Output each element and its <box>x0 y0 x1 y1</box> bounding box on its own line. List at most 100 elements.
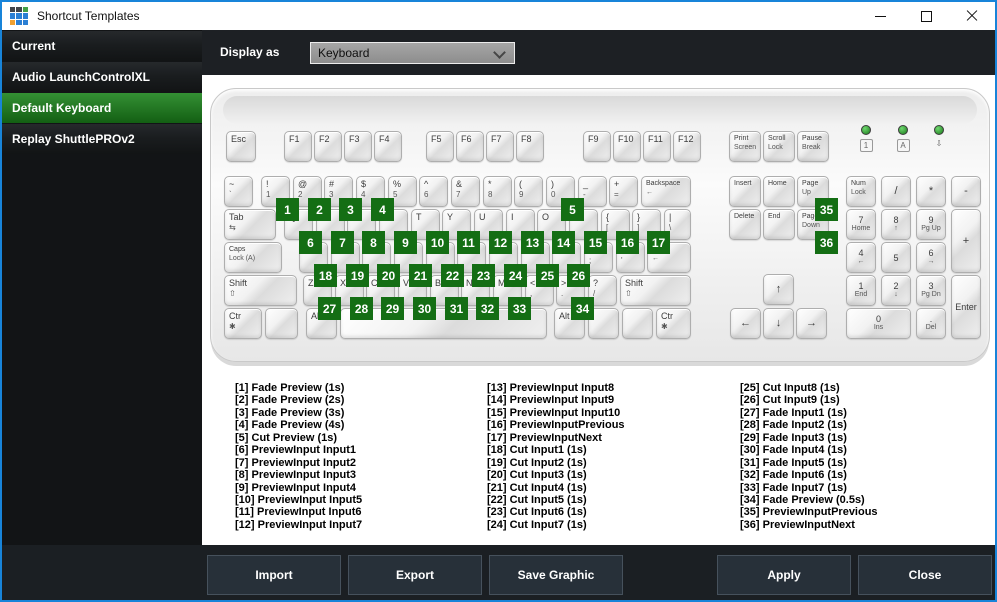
shortcut-badge-3: 3 <box>339 198 362 221</box>
legend-entry: [3] Fade Preview (3s) <box>235 406 345 419</box>
legend-entry: [29] Fade Input3 (1s) <box>740 431 847 444</box>
legend-entry: [10] PreviewInput Input5 <box>235 493 363 506</box>
export-button[interactable]: Export <box>348 555 482 595</box>
shortcut-badge-4: 4 <box>371 198 394 221</box>
key-num-multiply: * <box>916 176 946 207</box>
key-num-decimal: . Del <box>916 308 946 339</box>
legend-entry: [5] Cut Preview (1s) <box>235 431 338 444</box>
key-num-1: 1 End <box>846 275 876 306</box>
key-num-3: 3 Pg Dn <box>916 275 946 306</box>
legend-entry: [35] PreviewInputPrevious <box>740 506 878 519</box>
key-arrow-up: ↑ <box>763 274 794 305</box>
key-backspace: Backspace ← <box>641 176 691 207</box>
shortcut-badge-7: 7 <box>331 231 354 254</box>
key-print-screen: Print Screen <box>729 131 761 162</box>
key-f11: F11 <box>643 131 671 162</box>
shortcut-badge-27: 27 <box>318 297 341 320</box>
legend-entry: [27] Fade Input1 (1s) <box>740 406 847 419</box>
import-button[interactable]: Import <box>207 555 341 595</box>
maximize-icon <box>920 10 932 22</box>
shortcut-badge-16: 16 <box>616 231 639 254</box>
sidebar-item-audio-launchcontrolxl[interactable]: Audio LaunchControlXL <box>2 62 202 92</box>
key-arrow-right: → <box>796 308 827 339</box>
key-num-subtract: - <box>951 176 981 207</box>
num-lock-led-icon <box>861 125 871 135</box>
key-home: Home <box>763 176 795 207</box>
display-as-value: Keyboard <box>318 46 370 60</box>
shortcut-badge-19: 19 <box>346 264 369 287</box>
legend-entry: [23] Cut Input6 (1s) <box>487 506 587 519</box>
legend-entry: [20] Cut Input3 (1s) <box>487 469 587 482</box>
shortcut-badge-13: 13 <box>521 231 544 254</box>
key-ctrl-right: Ctr ✱ <box>656 308 691 339</box>
app-icon-cell <box>10 7 16 13</box>
key-f6: F6 <box>456 131 484 162</box>
app-icon-cell <box>22 13 28 19</box>
key-f5: F5 <box>426 131 454 162</box>
key-end: End <box>763 209 795 240</box>
toolbar: Display as Keyboard <box>202 30 995 75</box>
app-icon-cell <box>16 19 22 25</box>
key-insert: Insert <box>729 176 761 207</box>
key-num-5: 5 <box>881 242 911 273</box>
legend-entry: [1] Fade Preview (1s) <box>235 382 345 394</box>
shortcut-badge-11: 11 <box>457 231 480 254</box>
key-num-9: 9 Pg Up <box>916 209 946 240</box>
shortcut-badge-1: 1 <box>276 198 299 221</box>
shortcut-badge-32: 32 <box>476 297 499 320</box>
shortcut-badge-15: 15 <box>584 231 607 254</box>
app-icon-cell <box>16 13 22 19</box>
key-caps-lock: Caps Lock (A) <box>224 242 282 273</box>
maximize-button[interactable] <box>903 2 949 30</box>
legend-entry: [12] PreviewInput Input7 <box>235 518 363 531</box>
sidebar-item-current[interactable]: Current <box>2 31 202 61</box>
shortcut-badge-31: 31 <box>445 297 468 320</box>
key-num-7: 7 Home <box>846 209 876 240</box>
apply-button[interactable]: Apply <box>717 555 851 595</box>
key-win-left <box>265 308 298 339</box>
save-graphic-button[interactable]: Save Graphic <box>489 555 623 595</box>
shortcut-badge-18: 18 <box>314 264 337 287</box>
legend-entry: [24] Cut Input7 (1s) <box>487 518 587 531</box>
shortcut-badge-20: 20 <box>377 264 400 287</box>
minimize-icon <box>874 15 886 17</box>
legend-entry: [7] PreviewInput Input2 <box>235 456 357 469</box>
legend-entry: [30] Fade Input4 (1s) <box>740 444 847 457</box>
sidebar-item-replay-shuttleprov2[interactable]: Replay ShuttlePROv2 <box>2 124 202 154</box>
scroll-lock-led-symbol: ⇩ <box>935 139 943 148</box>
legend-entry: [8] PreviewInput Input3 <box>235 469 357 482</box>
key-f10: F10 <box>613 131 641 162</box>
shortcut-badge-9: 9 <box>394 231 417 254</box>
close-button[interactable] <box>949 2 995 30</box>
legend-entry: [16] PreviewInputPrevious <box>487 419 625 432</box>
key-pause-break: Pause Break <box>797 131 829 162</box>
key-menu <box>622 308 653 339</box>
key-equals: + = <box>609 176 638 207</box>
sidebar-item-default-keyboard[interactable]: Default Keyboard <box>2 93 202 123</box>
legend-entry: [19] Cut Input2 (1s) <box>487 456 587 469</box>
close-icon <box>966 10 978 22</box>
key-f3: F3 <box>344 131 372 162</box>
key-num-0: 0 Ins <box>846 308 911 339</box>
legend-entry: [34] Fade Preview (0.5s) <box>740 493 865 506</box>
legend-entry: [26] Cut Input9 (1s) <box>740 394 840 407</box>
legend-entry: [33] Fade Input7 (1s) <box>740 481 847 494</box>
key-esc: Esc <box>226 131 256 162</box>
minimize-button[interactable] <box>857 2 903 30</box>
legend-entry: [2] Fade Preview (2s) <box>235 394 345 407</box>
shortcut-badge-23: 23 <box>472 264 495 287</box>
shortcut-templates-window: Shortcut Templates Current Audio LaunchCo… <box>0 0 997 602</box>
app-icon-cell <box>22 7 28 13</box>
key-num-6: 6 → <box>916 242 946 273</box>
close-button[interactable]: Close <box>858 555 992 595</box>
shortcut-badge-28: 28 <box>350 297 373 320</box>
shortcut-badge-2: 2 <box>308 198 331 221</box>
display-as-dropdown[interactable]: Keyboard <box>310 42 515 64</box>
shortcut-badge-36: 36 <box>815 231 838 254</box>
caps-lock-led-icon <box>898 125 908 135</box>
display-as-label: Display as <box>220 45 280 59</box>
key-7: & 7 <box>451 176 480 207</box>
shortcut-badge-34: 34 <box>571 297 594 320</box>
key-tab: Tab ⇆ <box>224 209 276 240</box>
legend-entry: [25] Cut Input8 (1s) <box>740 382 840 394</box>
